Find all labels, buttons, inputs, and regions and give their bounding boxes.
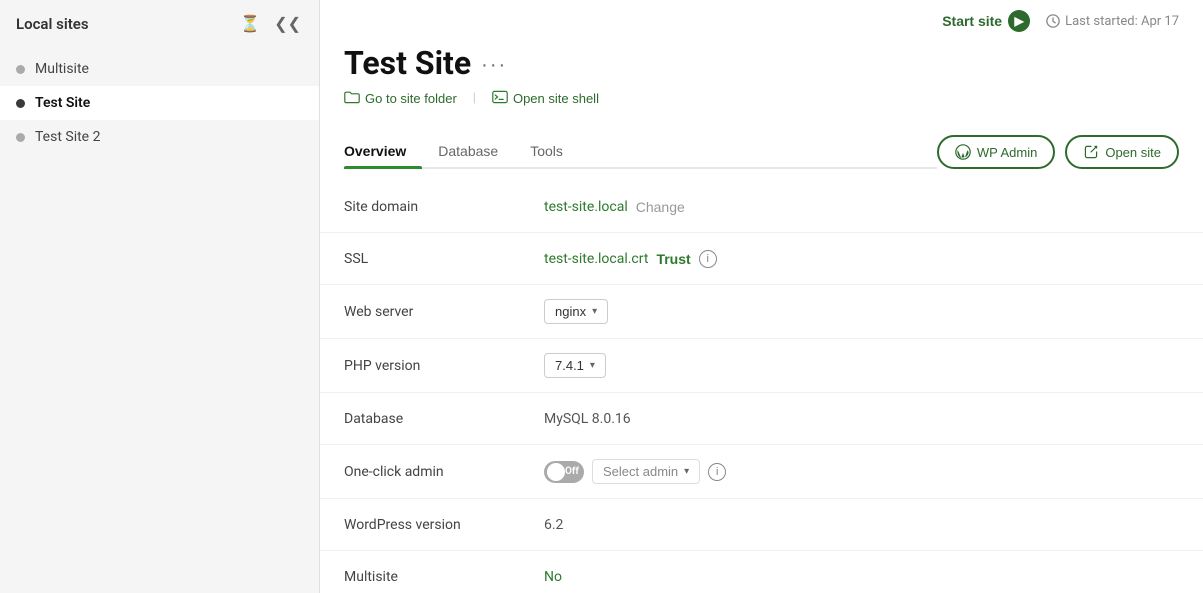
field-value-ssl: test-site.local.crt Trust i xyxy=(544,250,717,268)
toggle-label: Off xyxy=(565,466,579,477)
sidebar-title: Local sites xyxy=(16,15,89,33)
external-link-icon xyxy=(1083,144,1099,160)
site-title: Test Site xyxy=(344,44,471,82)
site-status-dot xyxy=(16,99,25,108)
field-label-ssl: SSL xyxy=(344,251,544,267)
field-row-php-version: PHP version 7.4.1 ▾ xyxy=(320,339,1203,393)
field-value-multisite: No xyxy=(544,569,562,585)
tab-overview[interactable]: Overview xyxy=(344,135,422,167)
ssl-value: test-site.local.crt xyxy=(544,251,648,267)
ssl-info-icon[interactable]: i xyxy=(699,250,717,268)
field-label-multisite: Multisite xyxy=(344,569,544,585)
open-site-shell-label: Open site shell xyxy=(513,91,599,106)
start-site-label: Start site xyxy=(942,13,1002,29)
sidebar: Local sites ⏳ ❮❮ Multisite Test Site Tes… xyxy=(0,0,320,593)
sidebar-icons: ⏳ ❮❮ xyxy=(238,12,303,36)
open-site-button[interactable]: Open site xyxy=(1065,135,1179,169)
sidebar-item-test-site[interactable]: Test Site xyxy=(0,86,319,120)
php-version-value: 7.4.1 xyxy=(555,358,584,373)
field-value-site-domain: test-site.local Change xyxy=(544,199,685,215)
sidebar-item-label: Test Site 2 xyxy=(35,129,100,145)
open-site-shell-button[interactable]: Open site shell xyxy=(480,90,611,107)
field-value-php-version: 7.4.1 ▾ xyxy=(544,353,606,378)
select-admin-dropdown[interactable]: Select admin ▾ xyxy=(592,459,700,484)
tab-row: Overview Database Tools WP Admin Open si… xyxy=(320,123,1203,181)
tab-nav: Overview Database Tools xyxy=(344,135,937,169)
field-row-database: Database MySQL 8.0.16 xyxy=(320,393,1203,445)
sidebar-item-test-site-2[interactable]: Test Site 2 xyxy=(0,120,319,154)
tab-tools[interactable]: Tools xyxy=(514,135,579,167)
go-to-folder-button[interactable]: Go to site folder xyxy=(344,90,469,107)
main-content: Start site ▶ Last started: Apr 17 Test S… xyxy=(320,0,1203,593)
last-started-info: Last started: Apr 17 xyxy=(1046,14,1179,29)
site-status-dot xyxy=(16,133,25,142)
start-site-arrow-icon: ▶ xyxy=(1008,10,1030,32)
field-label-one-click-admin: One-click admin xyxy=(344,464,544,480)
wordpress-icon xyxy=(955,144,971,160)
clock-icon xyxy=(1046,14,1060,28)
toggle-circle xyxy=(547,463,565,481)
field-value-wordpress-version: 6.2 xyxy=(544,517,563,533)
chevron-down-icon: ▾ xyxy=(684,466,689,477)
field-value-one-click-admin: Off Select admin ▾ i xyxy=(544,459,726,484)
open-site-label: Open site xyxy=(1105,145,1161,160)
terminal-icon xyxy=(492,90,508,107)
main-topbar: Start site ▶ Last started: Apr 17 xyxy=(320,0,1203,32)
site-list: Multisite Test Site Test Site 2 xyxy=(0,48,319,158)
field-label-php-version: PHP version xyxy=(344,358,544,374)
field-row-wordpress-version: WordPress version 6.2 xyxy=(320,499,1203,551)
overview-content: Site domain test-site.local Change SSL t… xyxy=(320,181,1203,593)
trust-button[interactable]: Trust xyxy=(656,251,690,267)
field-label-web-server: Web server xyxy=(344,304,544,320)
field-row-one-click-admin: One-click admin Off Select admin ▾ i xyxy=(320,445,1203,499)
domain-value: test-site.local xyxy=(544,199,628,215)
tab-database[interactable]: Database xyxy=(422,135,514,167)
wp-admin-button[interactable]: WP Admin xyxy=(937,135,1055,169)
folder-icon xyxy=(344,90,360,107)
select-admin-placeholder: Select admin xyxy=(603,464,678,479)
site-actions: Go to site folder | Open site shell xyxy=(344,90,1179,107)
sidebar-item-label: Test Site xyxy=(35,95,90,111)
field-label-database: Database xyxy=(344,411,544,427)
database-value: MySQL 8.0.16 xyxy=(544,411,631,427)
php-version-dropdown[interactable]: 7.4.1 ▾ xyxy=(544,353,606,378)
field-value-web-server: nginx ▾ xyxy=(544,299,608,324)
web-server-dropdown[interactable]: nginx ▾ xyxy=(544,299,608,324)
one-click-admin-toggle[interactable]: Off xyxy=(544,461,584,483)
one-click-admin-info-icon[interactable]: i xyxy=(708,463,726,481)
field-row-multisite: Multisite No xyxy=(320,551,1203,593)
field-label-wordpress-version: WordPress version xyxy=(344,517,544,533)
change-domain-button[interactable]: Change xyxy=(636,199,685,215)
field-label-site-domain: Site domain xyxy=(344,199,544,215)
field-value-database: MySQL 8.0.16 xyxy=(544,411,631,427)
sidebar-header: Local sites ⏳ ❮❮ xyxy=(0,0,319,48)
collapse-icon[interactable]: ❮❮ xyxy=(272,12,303,36)
site-title-row: Test Site ··· xyxy=(344,44,1179,82)
site-header: Test Site ··· Go to site folder | xyxy=(320,32,1203,123)
more-options-button[interactable]: ··· xyxy=(481,54,507,77)
multisite-value: No xyxy=(544,569,562,585)
history-icon[interactable]: ⏳ xyxy=(238,12,262,36)
wp-admin-label: WP Admin xyxy=(977,145,1037,160)
tab-actions: WP Admin Open site xyxy=(937,123,1179,181)
site-status-dot xyxy=(16,65,25,74)
sidebar-item-label: Multisite xyxy=(35,61,89,77)
chevron-down-icon: ▾ xyxy=(590,360,595,371)
chevron-down-icon: ▾ xyxy=(592,306,597,317)
field-row-ssl: SSL test-site.local.crt Trust i xyxy=(320,233,1203,285)
start-site-button[interactable]: Start site ▶ xyxy=(942,10,1030,32)
web-server-value: nginx xyxy=(555,304,586,319)
field-row-site-domain: Site domain test-site.local Change xyxy=(320,181,1203,233)
wordpress-version-value: 6.2 xyxy=(544,517,563,533)
sidebar-item-multisite[interactable]: Multisite xyxy=(0,52,319,86)
action-divider: | xyxy=(473,91,476,106)
go-to-folder-label: Go to site folder xyxy=(365,91,457,106)
field-row-web-server: Web server nginx ▾ xyxy=(320,285,1203,339)
